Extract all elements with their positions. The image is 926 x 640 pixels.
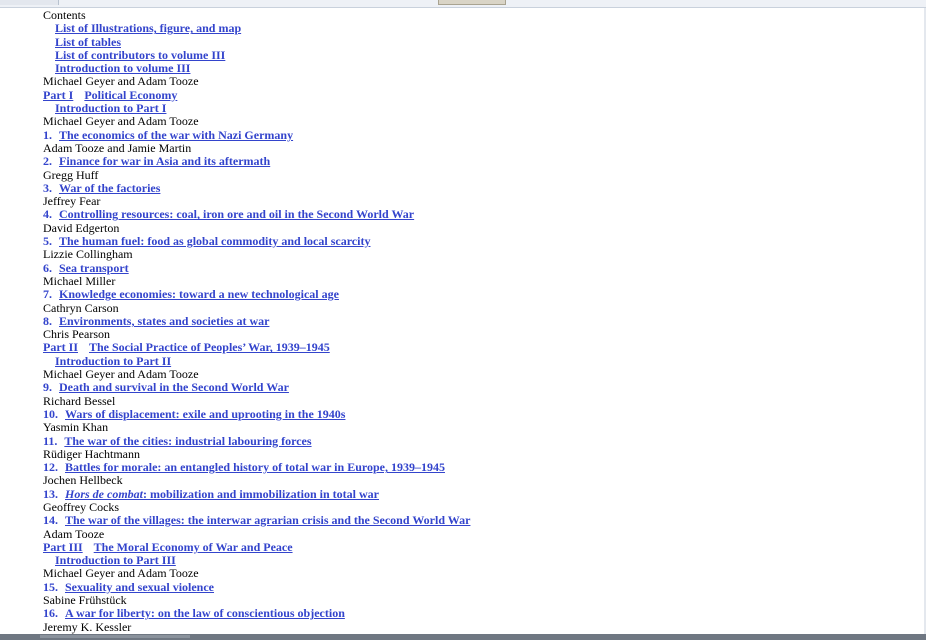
toc-chapter-8[interactable]: 8. Environments, states and societies at … (43, 314, 269, 328)
chapter-number: 5. (43, 234, 52, 249)
chapter-number: 16. (43, 606, 58, 621)
toc-chapter-7[interactable]: 7. Knowledge economies: toward a new tech… (43, 287, 339, 301)
author-line: Adam Tooze and Jamie Martin (43, 140, 192, 155)
toc-link-illustrations[interactable]: List of Illustrations, figure, and map (55, 21, 241, 35)
part-label: Part III (43, 539, 83, 554)
toc-chapter-11[interactable]: 11. The war of the cities: industrial lab… (43, 434, 312, 448)
window-top-bar (0, 0, 926, 8)
chapter-number: 3. (43, 180, 52, 195)
author-line: Jochen Hellbeck (43, 473, 123, 488)
author-line: Jeffrey Fear (43, 194, 101, 209)
status-bar-segment (40, 635, 190, 638)
chapter-title: Sea transport (59, 260, 129, 275)
author-line: Michael Geyer and Adam Tooze (43, 74, 199, 89)
part-title: The Moral Economy of War and Peace (93, 539, 293, 554)
chapter-title: Battles for morale: an entangled history… (65, 460, 445, 475)
toc-chapter-16[interactable]: 16. A war for liberty: on the law of cons… (43, 606, 345, 621)
toc-link-introduction-part-1[interactable]: Introduction to Part I (55, 101, 166, 115)
chapter-title: The economics of the war with Nazi Germa… (59, 127, 294, 142)
status-bar (0, 634, 926, 640)
chapter-title: The war of the villages: the interwar ag… (65, 513, 471, 528)
chapter-number: 9. (43, 380, 52, 395)
chapter-title: Knowledge economies: toward a new techno… (59, 287, 339, 302)
chapter-title: Finance for war in Asia and its aftermat… (59, 154, 271, 169)
chapter-title: Sexuality and sexual violence (65, 579, 215, 594)
chapter-number: 7. (43, 287, 52, 302)
chapter-number: 12. (43, 460, 58, 475)
toc-chapter-1[interactable]: 1. The economics of the war with Nazi Ger… (43, 128, 293, 142)
toc-chapter-2[interactable]: 2. Finance for war in Asia and its afterm… (43, 154, 270, 168)
toc-link-introduction-part-2[interactable]: Introduction to Part II (55, 354, 171, 368)
author-line: Lizzie Collingham (43, 247, 133, 262)
author-line: Michael Geyer and Adam Tooze (43, 367, 199, 382)
toc-chapter-6[interactable]: 6. Sea transport (43, 261, 129, 275)
toc-chapter-3[interactable]: 3. War of the factories (43, 181, 160, 195)
chapter-title-italic: Hors de combat (65, 486, 143, 501)
author-line: Michael Miller (43, 273, 116, 288)
chapter-number: 10. (43, 406, 58, 421)
author-line: Rüdiger Hachtmann (43, 446, 140, 461)
chapter-number: 13. (43, 486, 58, 501)
chapter-title: War of the factories (59, 180, 161, 195)
author-line: Jeremy K. Kessler (43, 619, 132, 634)
toc-link-introduction-volume[interactable]: Introduction to volume III (55, 61, 190, 75)
author-line: Richard Bessel (43, 393, 116, 408)
chapter-title: Wars of displacement: exile and uprootin… (65, 406, 346, 421)
author-line: Adam Tooze (43, 526, 105, 541)
toc-chapter-9[interactable]: 9. Death and survival in the Second World… (43, 380, 289, 395)
toc-part-3[interactable]: Part III The Moral Economy of War and Pea… (43, 540, 293, 554)
author-line: Cathryn Carson (43, 300, 119, 315)
table-of-contents: Contents List of Illustrations, figure, … (43, 8, 903, 634)
toc-chapter-13[interactable]: 13. Hors de combat: mobilization and immo… (43, 487, 379, 501)
author-line: Geoffrey Cocks (43, 499, 120, 514)
part-label: Part II (43, 340, 78, 355)
chapter-number: 6. (43, 260, 52, 275)
toc-chapter-15[interactable]: 15. Sexuality and sexual violence (43, 580, 214, 594)
toc-part-2[interactable]: Part II The Social Practice of Peoples’ W… (43, 340, 330, 354)
author-line: Michael Geyer and Adam Tooze (43, 566, 199, 581)
toolbar-handle[interactable] (438, 0, 506, 5)
chapter-title: Environments, states and societies at wa… (59, 313, 270, 328)
chapter-title: Death and survival in the Second World W… (59, 380, 289, 395)
author-line: Sabine Frühstück (43, 593, 127, 608)
chapter-number: 15. (43, 579, 58, 594)
chapter-title: Controlling resources: coal, iron ore an… (59, 207, 415, 222)
toc-chapter-10[interactable]: 10. Wars of displacement: exile and uproo… (43, 407, 345, 421)
toc-link-contributors[interactable]: List of contributors to volume III (55, 48, 225, 62)
toc-chapter-4[interactable]: 4. Controlling resources: coal, iron ore … (43, 207, 415, 222)
window-tab[interactable] (0, 0, 59, 5)
author-line: David Edgerton (43, 220, 120, 235)
part-title: Political Economy (84, 87, 178, 102)
author-line: Chris Pearson (43, 327, 110, 342)
chapter-number: 2. (43, 154, 52, 169)
chapter-title: The human fuel: food as global commodity… (59, 234, 371, 249)
toc-link-introduction-part-3[interactable]: Introduction to Part III (55, 553, 176, 567)
part-title: The Social Practice of Peoples’ War, 193… (89, 340, 330, 355)
chapter-number: 8. (43, 313, 52, 328)
chapter-number: 14. (43, 513, 58, 528)
toc-chapter-5[interactable]: 5. The human fuel: food as global commodi… (43, 234, 370, 248)
chapter-title: : mobilization and immobilization in tot… (143, 486, 380, 501)
chapter-title: The war of the cities: industrial labour… (64, 433, 312, 448)
chapter-number: 11. (43, 433, 58, 448)
part-label: Part I (43, 87, 74, 102)
contents-heading: Contents (43, 8, 86, 22)
toc-chapter-14[interactable]: 14. The war of the villages: the interwar… (43, 513, 470, 527)
toc-chapter-12[interactable]: 12. Battles for morale: an entangled hist… (43, 460, 445, 474)
toc-link-tables[interactable]: List of tables (55, 35, 121, 49)
author-line: Yasmin Khan (43, 420, 109, 435)
chapter-number: 1. (43, 127, 52, 142)
chapter-title: A war for liberty: on the law of conscie… (65, 606, 345, 621)
author-line: Gregg Huff (43, 167, 99, 182)
author-line: Michael Geyer and Adam Tooze (43, 114, 199, 129)
toc-part-1[interactable]: Part I Political Economy (43, 88, 177, 102)
chapter-number: 4. (43, 207, 52, 222)
